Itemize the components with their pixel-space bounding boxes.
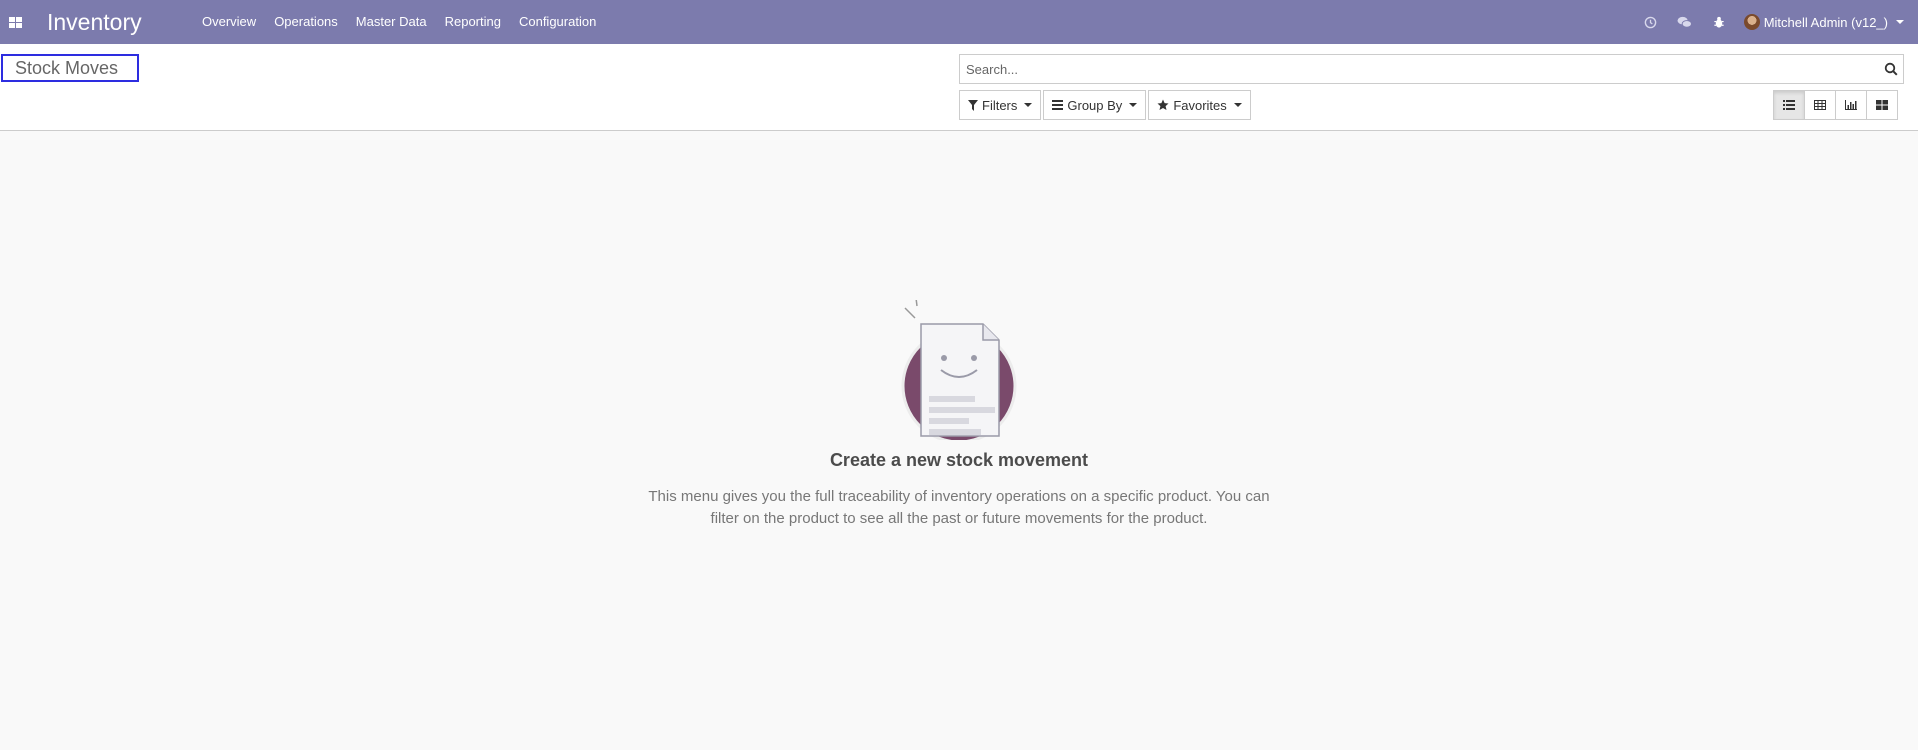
smiling-document-illustration	[901, 300, 1017, 440]
menu-reporting[interactable]: Reporting	[436, 0, 510, 44]
control-panel: Stock Moves Filters Group By Favorites	[0, 44, 1918, 131]
main-menu: Overview Operations Master Data Reportin…	[193, 0, 605, 44]
filters-label: Filters	[982, 97, 1018, 113]
graph-view-icon	[1845, 100, 1857, 110]
search-bar	[959, 54, 1904, 84]
menu-operations[interactable]: Operations	[265, 0, 347, 44]
helper-description: This menu gives you the full traceabilit…	[648, 488, 1270, 527]
list-view-button[interactable]	[1773, 90, 1805, 120]
search-input[interactable]	[960, 55, 1879, 83]
user-menu[interactable]: Mitchell Admin (v12_)	[1743, 14, 1904, 30]
user-name: Mitchell Admin (v12_)	[1763, 14, 1888, 30]
menu-configuration[interactable]: Configuration	[510, 0, 605, 44]
favorites-label: Favorites	[1173, 97, 1227, 113]
breadcrumb[interactable]: Stock Moves	[1, 54, 139, 82]
search-icon[interactable]	[1879, 55, 1903, 83]
star-icon	[1157, 99, 1169, 111]
systray: Mitchell Admin (v12_)	[1634, 0, 1904, 44]
graph-view-button[interactable]	[1835, 90, 1867, 120]
pivot-view-icon	[1814, 100, 1826, 110]
filters-button[interactable]: Filters	[959, 90, 1042, 120]
clock-icon[interactable]	[1634, 0, 1668, 44]
favorites-button[interactable]: Favorites	[1148, 90, 1251, 120]
groupby-label: Group By	[1067, 97, 1123, 113]
menu-master-data[interactable]: Master Data	[347, 0, 436, 44]
search-options: Filters Group By Favorites	[959, 90, 1253, 120]
bug-icon[interactable]	[1702, 0, 1736, 44]
chevron-down-icon	[1233, 103, 1242, 107]
chat-icon[interactable]	[1668, 0, 1702, 44]
list-view-icon	[1783, 100, 1795, 110]
view-switcher	[1773, 90, 1898, 120]
menu-overview[interactable]: Overview	[193, 0, 265, 44]
avatar	[1743, 14, 1760, 30]
chevron-down-icon	[1129, 103, 1138, 107]
filter-icon	[968, 99, 978, 111]
kanban-view-button[interactable]	[1866, 90, 1898, 120]
apps-menu-icon[interactable]	[0, 0, 30, 44]
chevron-down-icon	[1024, 103, 1033, 107]
pivot-view-button[interactable]	[1804, 90, 1836, 120]
empty-state-helper: Create a new stock movement This menu gi…	[0, 300, 1918, 530]
kanban-view-icon	[1876, 100, 1888, 110]
top-navbar: Inventory Overview Operations Master Dat…	[0, 0, 1918, 44]
helper-title: Create a new stock movement	[829, 450, 1089, 470]
app-title[interactable]: Inventory	[47, 9, 193, 36]
groupby-button[interactable]: Group By	[1043, 90, 1147, 120]
chevron-down-icon	[1896, 20, 1904, 24]
list-bars-icon	[1052, 100, 1064, 110]
